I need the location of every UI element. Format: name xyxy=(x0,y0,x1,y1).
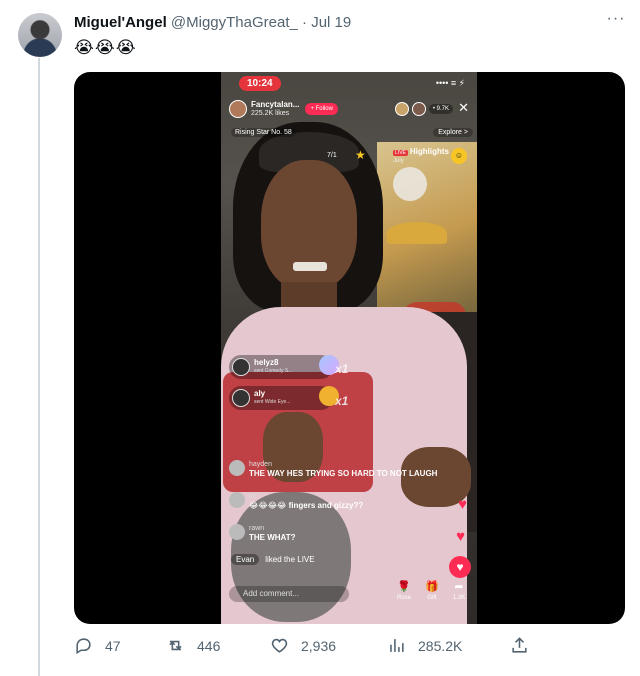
separator-dot: · xyxy=(302,14,308,31)
gift-button-icon[interactable]: 🎁 Gift xyxy=(421,580,443,602)
highlights-month: July xyxy=(393,158,404,164)
like-count: 2,936 xyxy=(301,637,337,654)
rank-ratio: 7/1 xyxy=(327,152,337,159)
comment-avatar xyxy=(229,524,245,540)
gift-count: x1 xyxy=(335,394,349,408)
share-icon[interactable]: ➦ 1.2K xyxy=(448,580,470,602)
gift-notification: aly sent Wide Eye... xyxy=(229,386,339,410)
rose-icon[interactable]: 🌹 Rose xyxy=(393,580,415,602)
gift-user: aly xyxy=(254,389,266,398)
rose-label: Rose xyxy=(396,595,411,601)
add-comment-input[interactable]: Add comment... xyxy=(229,586,349,602)
like-button-icon[interactable]: ♥ xyxy=(449,556,471,578)
retweet-count: 446 xyxy=(197,637,221,654)
thread-line xyxy=(38,58,40,676)
gift-label: Gift xyxy=(427,595,437,601)
live-comment: hayden THE WAY HES TRYING SO HARD TO NOT… xyxy=(229,460,437,478)
heart-icon: ♥ xyxy=(456,528,465,545)
viewer-group[interactable]: • 9.7K xyxy=(394,102,453,116)
share-glyph: ➦ xyxy=(454,581,464,593)
heart-outline-icon xyxy=(271,638,288,653)
comment-text: THE WHAT? xyxy=(249,533,296,542)
star-icon: ★ xyxy=(355,148,366,162)
like-notification: Evan liked the LIVE xyxy=(231,554,315,565)
comment-avatar xyxy=(229,460,245,476)
reply-button[interactable]: 47 xyxy=(74,636,121,655)
video-frame[interactable]: 10:24 •••• ≡ ⚡ Fancytalan... 225.2K like… xyxy=(221,72,477,624)
more-horizontal-icon[interactable]: ··· xyxy=(606,11,626,32)
poster-hat-art xyxy=(387,222,447,244)
rising-star-badge[interactable]: Rising Star No. 58 xyxy=(231,128,296,137)
upload-icon xyxy=(512,637,527,653)
viewer-count: • 9.7K xyxy=(428,104,453,114)
tweet-text: 😭😭😭 xyxy=(74,38,137,57)
gift-user-avatar xyxy=(232,389,250,407)
video-player[interactable]: 10:24 •••• ≡ ⚡ Fancytalan... 225.2K like… xyxy=(74,72,625,624)
host-name: Fancytalan... xyxy=(251,100,300,109)
comment-user: hayden xyxy=(249,461,272,468)
gift-user-avatar xyxy=(232,358,250,376)
reply-icon xyxy=(76,638,91,655)
view-count: 285.2K xyxy=(418,637,463,654)
user-handle[interactable]: @MiggyThaGreat_ xyxy=(171,14,298,31)
sun-icon: ☺ xyxy=(451,148,467,164)
poster-skull-art xyxy=(393,167,427,201)
highlights-title: Highlights xyxy=(409,147,449,156)
share-count: 1.2K xyxy=(452,595,466,601)
gift-notification: helyz8 sent Comedy S... xyxy=(229,355,339,379)
like-user: Evan xyxy=(231,554,260,565)
host-avatar[interactable] xyxy=(229,100,247,118)
tweet-actions: 47 446 2,936 285.2K xyxy=(74,636,534,660)
tweet-date[interactable]: Jul 19 xyxy=(311,14,351,31)
host-likes: 225.2K likes xyxy=(251,110,290,117)
comment-text: 😂😂😂😂 fingers and gizzy?? xyxy=(249,501,364,510)
comment-user: rawn xyxy=(249,525,265,532)
gift-count: x1 xyxy=(335,362,349,376)
avatar[interactable] xyxy=(18,13,62,57)
status-icons: •••• ≡ ⚡ xyxy=(435,78,465,88)
status-time: 10:24 xyxy=(239,76,281,91)
display-name[interactable]: Miguel'Angel xyxy=(74,14,167,31)
retweet-button[interactable]: 446 xyxy=(166,636,220,655)
like-text: liked the LIVE xyxy=(265,555,315,564)
live-host[interactable]: Fancytalan... 225.2K likes + Follow xyxy=(229,98,338,120)
close-icon[interactable]: ✕ xyxy=(458,100,469,116)
explore-button[interactable]: Explore > xyxy=(433,128,473,137)
viewer-avatar xyxy=(394,102,409,116)
heart-icon: ♥ xyxy=(458,496,467,513)
comment-user: cc xyxy=(249,493,256,500)
rose-glyph: 🌹 xyxy=(397,581,411,593)
live-comment: rawn THE WHAT? xyxy=(229,524,296,542)
gift-glyph: 🎁 xyxy=(425,581,439,593)
reply-count: 47 xyxy=(105,637,121,654)
views-button[interactable]: 285.2K xyxy=(387,636,462,655)
gift-desc: sent Comedy S... xyxy=(254,368,293,374)
analytics-icon xyxy=(390,639,404,652)
highlights-badge[interactable]: LIVE Highlights July xyxy=(393,146,449,165)
comment-avatar xyxy=(229,492,245,508)
retweet-icon xyxy=(169,640,182,651)
person-smile xyxy=(293,262,327,271)
gift-desc: sent Wide Eye... xyxy=(254,399,291,405)
tweet-header: Miguel'Angel @MiggyThaGreat_ · Jul 19 xyxy=(74,14,351,31)
share-button[interactable] xyxy=(510,636,541,655)
like-button[interactable]: 2,936 xyxy=(270,636,336,655)
viewer-avatar xyxy=(411,102,426,116)
comment-text: THE WAY HES TRYING SO HARD TO NOT LAUGH xyxy=(249,469,438,478)
live-comment: cc 😂😂😂😂 fingers and gizzy?? xyxy=(229,492,363,510)
gift-user: helyz8 xyxy=(254,358,279,367)
follow-button[interactable]: + Follow xyxy=(305,103,338,115)
live-tag: LIVE xyxy=(393,150,408,156)
